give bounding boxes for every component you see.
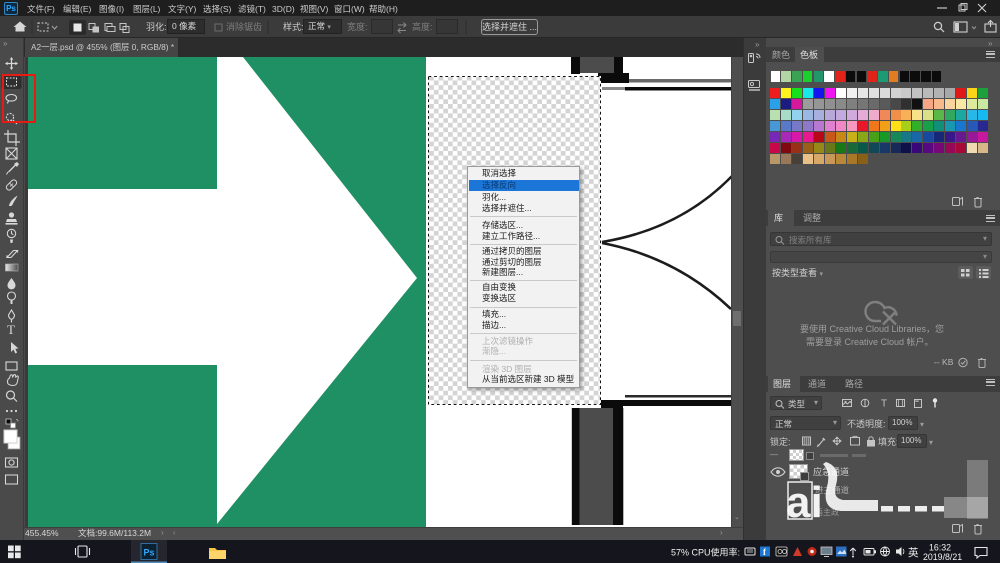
svg-text:T: T (7, 322, 15, 337)
svg-text:16:32: 16:32 (929, 543, 951, 553)
svg-text:Ps: Ps (144, 548, 155, 558)
svg-text:2019/8/21: 2019/8/21 (923, 552, 962, 562)
svg-text:T: T (881, 399, 887, 410)
svg-text:57% CPU使用率:: 57% CPU使用率: (671, 547, 740, 558)
svg-text:英: 英 (908, 546, 919, 559)
